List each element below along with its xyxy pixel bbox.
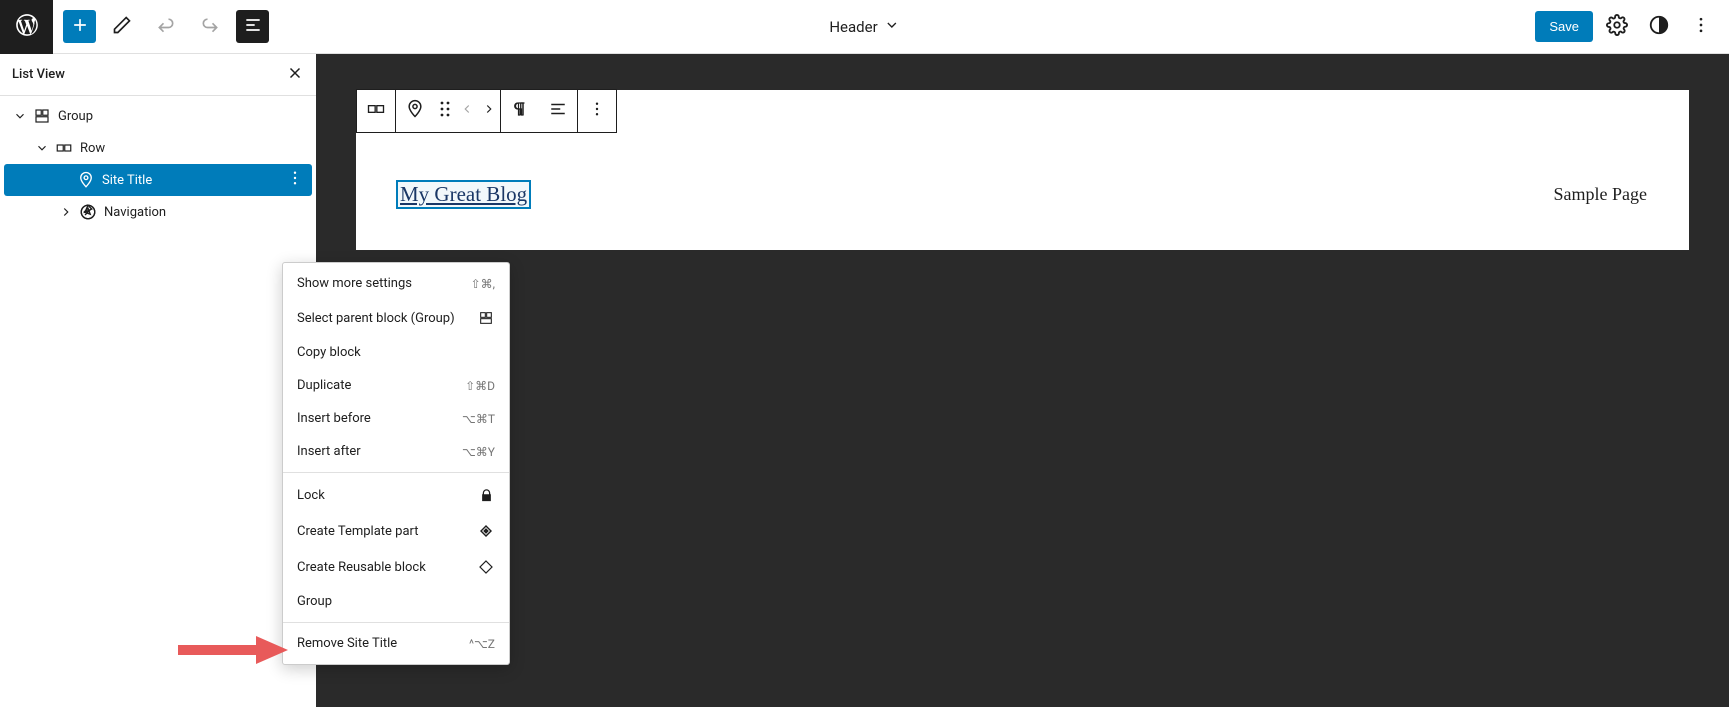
- menu-lock[interactable]: Lock: [283, 477, 509, 513]
- list-view-panel: List View Group: [0, 54, 316, 707]
- move-right-button[interactable]: [478, 90, 500, 132]
- menu-create-reusable-block[interactable]: Create Reusable block: [283, 549, 509, 585]
- align-button[interactable]: [539, 90, 577, 132]
- group-block-icon: [477, 309, 495, 327]
- move-left-button[interactable]: [456, 90, 478, 132]
- chevron-down-icon[interactable]: [884, 17, 900, 37]
- menu-duplicate[interactable]: Duplicate ⇧⌘D: [283, 369, 509, 402]
- menu-copy-block[interactable]: Copy block: [283, 336, 509, 369]
- menu-item-label: Create Reusable block: [297, 560, 426, 575]
- gear-icon: [1606, 14, 1628, 40]
- menu-insert-before[interactable]: Insert before ⌥⌘T: [283, 402, 509, 435]
- redo-button[interactable]: [192, 9, 228, 45]
- settings-button[interactable]: [1599, 9, 1635, 45]
- chevron-left-icon: [460, 102, 474, 120]
- menu-item-label: Lock: [297, 488, 325, 503]
- plus-icon: [70, 15, 90, 39]
- reusable-block-icon: [477, 558, 495, 576]
- drag-handle[interactable]: [434, 90, 456, 132]
- wordpress-icon: [14, 12, 40, 42]
- menu-insert-after[interactable]: Insert after ⌥⌘Y: [283, 435, 509, 468]
- chevron-right-icon: [482, 102, 496, 120]
- chevron-down-icon[interactable]: [30, 141, 54, 155]
- navigation-block-icon: [78, 203, 98, 221]
- menu-item-label: Create Template part: [297, 524, 419, 539]
- template-name[interactable]: Header: [829, 18, 877, 36]
- tree-label: Group: [58, 109, 93, 124]
- more-vertical-icon: [588, 100, 606, 122]
- menu-item-label: Duplicate: [297, 378, 351, 393]
- contrast-icon: [1648, 14, 1670, 40]
- editor-canvas-wrap: My Great Blog Sample Page: [316, 54, 1729, 707]
- tree-label: Site Title: [102, 173, 152, 188]
- menu-item-label: Copy block: [297, 345, 361, 360]
- edit-button[interactable]: [104, 9, 140, 45]
- menu-item-label: Select parent block (Group): [297, 311, 455, 326]
- site-title-block[interactable]: My Great Blog: [396, 180, 531, 209]
- row-block-icon: [54, 139, 74, 157]
- top-toolbar: Header Save: [0, 0, 1729, 54]
- drag-icon: [439, 100, 451, 122]
- row-block-icon: [366, 99, 386, 123]
- tree-item-row[interactable]: Row: [4, 132, 312, 164]
- keyboard-shortcut: ⇧⌘D: [465, 379, 495, 393]
- chevron-right-icon[interactable]: [54, 205, 78, 219]
- menu-item-label: Group: [297, 594, 332, 609]
- tree-item-site-title[interactable]: Site Title: [4, 164, 312, 196]
- styles-button[interactable]: [1641, 9, 1677, 45]
- menu-create-template-part[interactable]: Create Template part: [283, 513, 509, 549]
- lock-icon: [477, 486, 495, 504]
- tree-item-navigation[interactable]: Navigation: [4, 196, 312, 228]
- more-vertical-icon: [1691, 15, 1711, 39]
- tree-label: Row: [80, 141, 105, 156]
- keyboard-shortcut: ⇧⌘,: [471, 277, 495, 291]
- undo-button[interactable]: [148, 9, 184, 45]
- save-button[interactable]: Save: [1535, 11, 1593, 42]
- close-panel-button[interactable]: [286, 64, 304, 86]
- keyboard-shortcut: ⌥⌘T: [462, 412, 495, 426]
- list-icon: [243, 15, 263, 39]
- group-block-icon: [32, 107, 52, 125]
- chevron-down-icon[interactable]: [8, 109, 32, 123]
- heading-level-button[interactable]: [501, 90, 539, 132]
- menu-group[interactable]: Group: [283, 585, 509, 618]
- menu-remove-site-title[interactable]: Remove Site Title ^⌥Z: [283, 627, 509, 660]
- header-template-canvas[interactable]: My Great Blog Sample Page: [356, 90, 1689, 250]
- menu-item-label: Insert before: [297, 411, 371, 426]
- block-toolbar: [356, 89, 617, 133]
- tree-label: Navigation: [104, 205, 166, 220]
- menu-item-label: Insert after: [297, 444, 361, 459]
- tree-item-group[interactable]: Group: [4, 100, 312, 132]
- template-part-icon: [477, 522, 495, 540]
- site-title-block-button[interactable]: [396, 90, 434, 132]
- redo-icon: [200, 15, 220, 39]
- menu-item-label: Remove Site Title: [297, 636, 397, 651]
- menu-show-more-settings[interactable]: Show more settings ⇧⌘,: [283, 267, 509, 300]
- more-vertical-icon: [286, 176, 304, 191]
- menu-select-parent[interactable]: Select parent block (Group): [283, 300, 509, 336]
- pencil-icon: [112, 15, 132, 39]
- paragraph-icon: [511, 100, 529, 122]
- list-view-button[interactable]: [236, 10, 269, 43]
- map-pin-icon: [76, 171, 96, 189]
- block-type-button[interactable]: [357, 90, 395, 132]
- close-icon: [286, 71, 304, 86]
- wordpress-logo-button[interactable]: [0, 0, 53, 54]
- list-view-title: List View: [12, 67, 65, 82]
- annotation-arrow: [178, 636, 288, 668]
- block-context-menu: Show more settings ⇧⌘, Select parent blo…: [282, 262, 510, 665]
- options-button[interactable]: [1683, 9, 1719, 45]
- keyboard-shortcut: ⌥⌘Y: [462, 445, 495, 459]
- align-left-icon: [549, 100, 567, 122]
- keyboard-shortcut: ^⌥Z: [469, 637, 495, 651]
- tree-item-options-button[interactable]: [286, 169, 304, 191]
- navigation-link-sample-page[interactable]: Sample Page: [1554, 184, 1647, 205]
- add-block-button[interactable]: [63, 10, 96, 43]
- undo-icon: [156, 15, 176, 39]
- map-pin-icon: [405, 99, 425, 123]
- block-options-button[interactable]: [578, 90, 616, 132]
- menu-item-label: Show more settings: [297, 276, 412, 291]
